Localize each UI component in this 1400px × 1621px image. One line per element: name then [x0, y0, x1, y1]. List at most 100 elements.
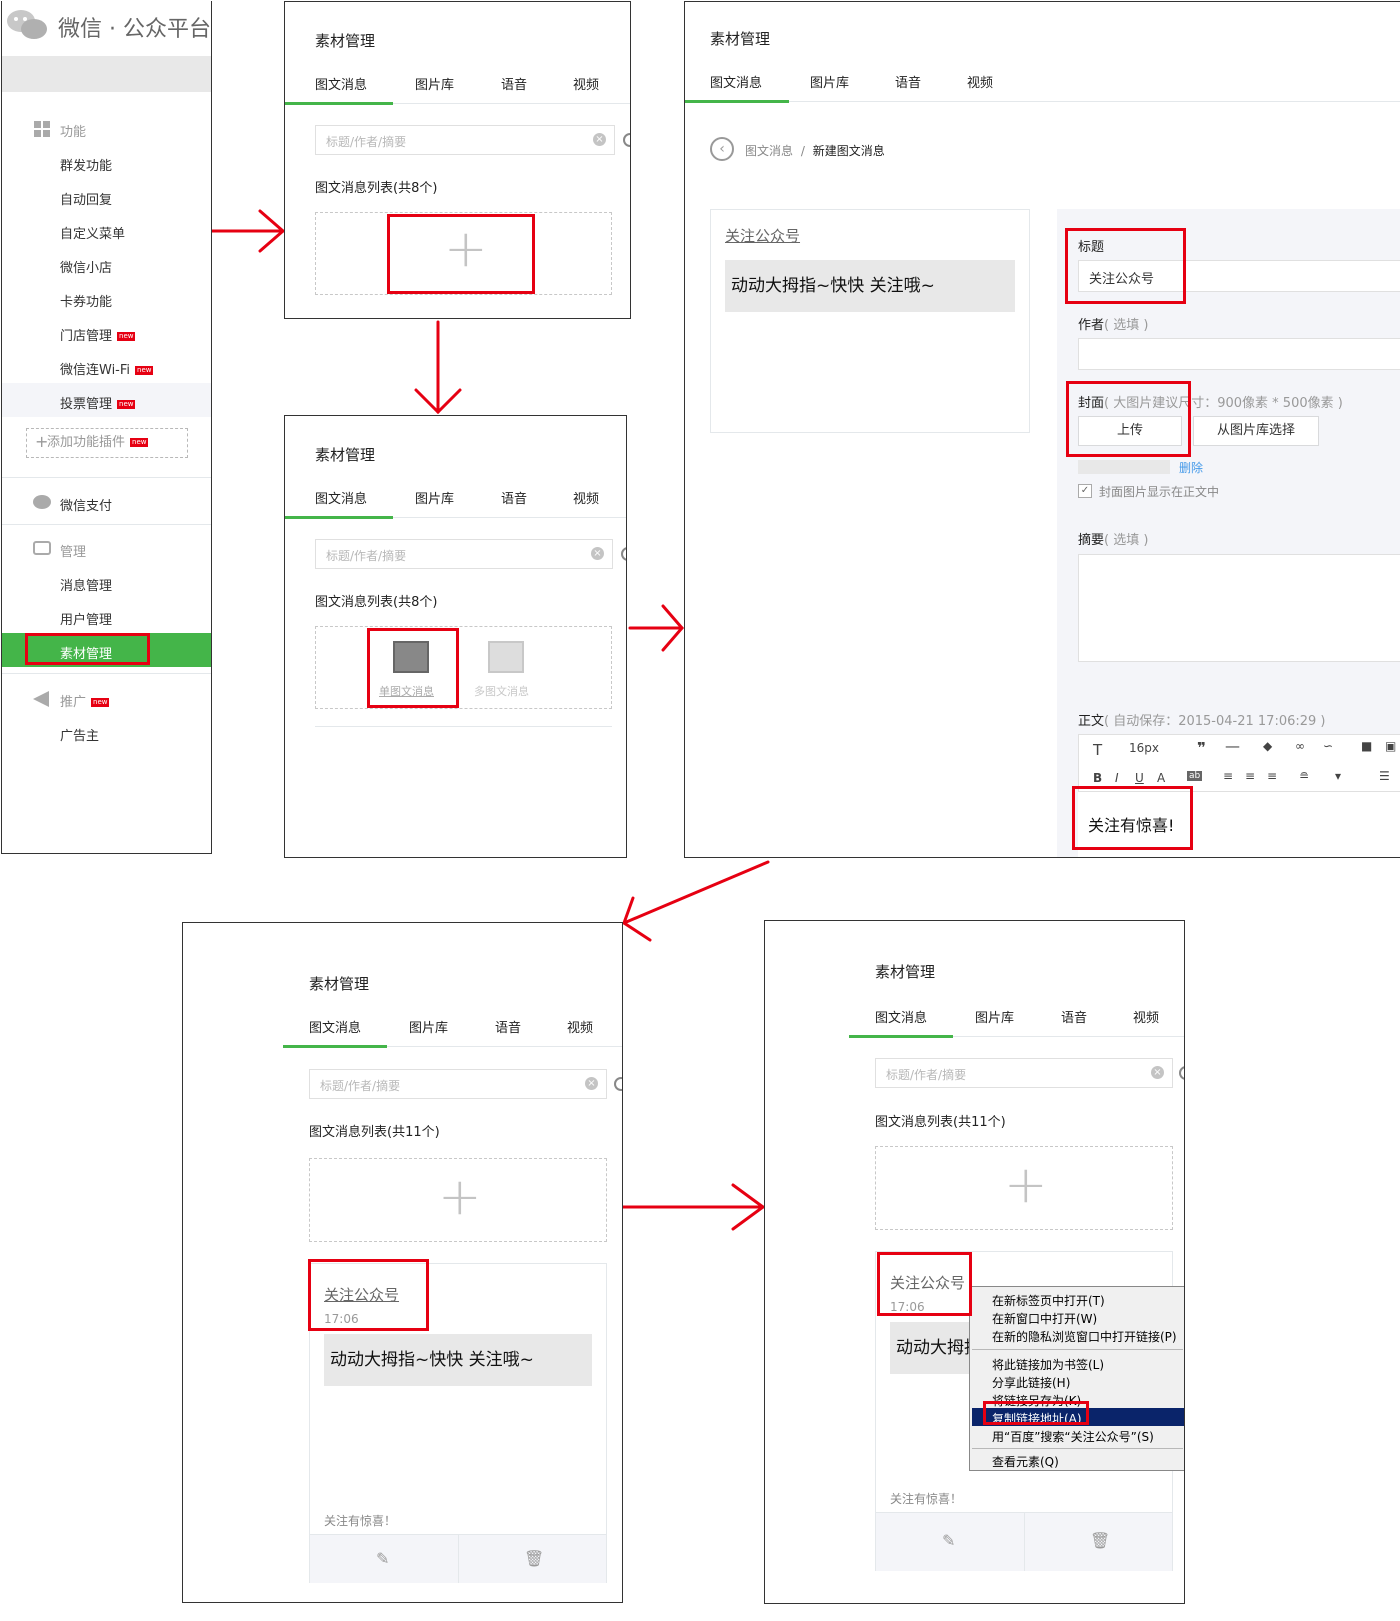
trash-icon[interactable]: 🗑 [524, 1549, 544, 1568]
breadcrumb-parent[interactable]: 图文消息 [745, 144, 793, 158]
sidebar-item-custom-menu[interactable]: 自定义菜单 [60, 223, 125, 242]
clear-icon[interactable]: × [1151, 1066, 1164, 1079]
new-article-box[interactable]: + [309, 1158, 607, 1242]
tab-active-indicator [285, 516, 393, 519]
back-icon[interactable]: ‹ [710, 137, 734, 161]
align-right-icon[interactable]: ≡ [1267, 769, 1277, 783]
sidebar-item-autoreply[interactable]: 自动回复 [60, 189, 112, 208]
delete-link[interactable]: 删除 [1179, 459, 1203, 476]
tab-articles[interactable]: 图文消息 [875, 1007, 927, 1026]
tab-voice[interactable]: 语音 [501, 74, 527, 93]
image-library-button[interactable]: 从图片库选择 [1193, 416, 1319, 446]
tab-voice[interactable]: 语音 [495, 1017, 521, 1036]
unlink-icon[interactable]: ∽ [1323, 739, 1333, 753]
link-icon[interactable]: ∞ [1295, 739, 1305, 753]
context-menu-item[interactable]: 在新标签页中打开(T) [992, 1292, 1105, 1309]
quote-icon[interactable]: ❞ [1197, 739, 1206, 757]
tab-video[interactable]: 视频 [967, 72, 993, 91]
tab-articles[interactable]: 图文消息 [309, 1017, 361, 1036]
cover-checkbox[interactable]: ✓ [1078, 484, 1092, 498]
tab-images[interactable]: 图片库 [415, 74, 454, 93]
trash-icon[interactable]: 🗑 [1090, 1531, 1110, 1550]
add-plugin-button[interactable]: + 添加功能插件 new [26, 428, 188, 458]
tab-images[interactable]: 图片库 [409, 1017, 448, 1036]
brush-icon[interactable]: ◆ [1263, 739, 1272, 753]
clear-icon[interactable]: × [591, 547, 604, 560]
indent-icon[interactable]: ≘ [1299, 769, 1309, 783]
annotation-box [308, 1259, 429, 1331]
autosave-status: ( 自动保存：2015-04-21 17:06:29 ) [1104, 714, 1326, 729]
edit-icon[interactable]: ✎ [942, 1531, 955, 1550]
tab-articles[interactable]: 图文消息 [315, 74, 367, 93]
sidebar-item-shop[interactable]: 微信小店 [60, 257, 112, 276]
font-color-icon[interactable]: A [1157, 771, 1165, 785]
context-menu-item[interactable]: 在新窗口中打开(W) [992, 1310, 1097, 1327]
clear-icon[interactable]: × [593, 133, 606, 146]
inbox-icon [33, 541, 51, 555]
sidebar-item-messages[interactable]: 消息管理 [60, 575, 112, 594]
tab-articles[interactable]: 图文消息 [315, 488, 367, 507]
sidebar-item-pay[interactable]: 微信支付 [60, 495, 112, 514]
author-label: 作者( 选填 ) [1078, 314, 1148, 333]
bold-icon[interactable]: B [1093, 771, 1102, 785]
tab-articles[interactable]: 图文消息 [710, 72, 762, 91]
list-label: 图文消息列表(共11个) [875, 1115, 1006, 1130]
tab-video[interactable]: 视频 [567, 1017, 593, 1036]
tab-images[interactable]: 图片库 [415, 488, 454, 507]
sidebar-item-stores[interactable]: 门店管理 new [60, 325, 136, 344]
tab-voice[interactable]: 语音 [895, 72, 921, 91]
tab-images[interactable]: 图片库 [975, 1007, 1014, 1026]
page-title: 素材管理 [875, 963, 936, 981]
search-input[interactable]: 标题/作者/摘要 × [315, 539, 613, 569]
hr-icon[interactable]: — [1225, 737, 1240, 755]
edit-icon[interactable]: ✎ [376, 1549, 389, 1568]
annotation-box [25, 633, 150, 665]
search-icon[interactable] [621, 547, 626, 561]
search-placeholder: 标题/作者/摘要 [326, 135, 407, 149]
context-menu-item[interactable]: 分享此链接(H) [992, 1374, 1070, 1391]
search-input[interactable]: 标题/作者/摘要 × [875, 1058, 1173, 1088]
highlight-icon[interactable]: ab [1187, 771, 1203, 781]
context-menu-item[interactable]: 查看元素(Q) [992, 1453, 1059, 1470]
tab-voice[interactable]: 语音 [1061, 1007, 1087, 1026]
underline-icon[interactable]: U [1135, 771, 1144, 785]
text-format-icon[interactable]: T [1093, 741, 1102, 759]
sidebar-item-users[interactable]: 用户管理 [60, 609, 112, 628]
sidebar-group-manage: 管理 [60, 545, 87, 560]
sidebar-item-vote[interactable]: 投票管理 new [60, 393, 136, 412]
context-menu-item[interactable]: 将此链接加为书签(L) [992, 1356, 1104, 1373]
author-field[interactable] [1078, 338, 1400, 370]
preview-title[interactable]: 关注公众号 [725, 225, 800, 246]
context-menu-item[interactable]: 用“百度”搜索“关注公众号”(S) [992, 1428, 1154, 1445]
video-icon[interactable]: ■ [1361, 739, 1372, 753]
search-icon[interactable] [1179, 1066, 1184, 1080]
summary-field[interactable] [1078, 554, 1400, 662]
more-icon[interactable]: ☰ [1379, 769, 1390, 783]
tab-active-indicator [685, 100, 789, 103]
new-badge: new [117, 400, 136, 409]
sidebar-item-mass[interactable]: 群发功能 [60, 155, 112, 174]
font-size-select[interactable]: 16px [1129, 741, 1159, 755]
new-article-box[interactable]: + [875, 1146, 1173, 1230]
tab-video[interactable]: 视频 [573, 74, 599, 93]
multi-article-option[interactable]: 多图文消息 [466, 635, 546, 703]
list-icon[interactable]: ▾ [1335, 769, 1341, 783]
tab-images[interactable]: 图片库 [810, 72, 849, 91]
sidebar-item-wifi[interactable]: 微信连Wi-Fi new [60, 359, 154, 378]
clear-icon[interactable]: × [585, 1077, 598, 1090]
tab-video[interactable]: 视频 [573, 488, 599, 507]
search-input[interactable]: 标题/作者/摘要 × [309, 1069, 607, 1099]
search-icon[interactable] [623, 133, 630, 147]
align-left-icon[interactable]: ≡ [1223, 769, 1233, 783]
context-menu-item[interactable]: 在新的隐私浏览窗口中打开链接(P) [992, 1328, 1177, 1345]
sidebar-item-coupons[interactable]: 卡券功能 [60, 291, 112, 310]
body-label-text: 正文 [1078, 714, 1105, 729]
search-input[interactable]: 标题/作者/摘要 × [315, 125, 615, 155]
tab-voice[interactable]: 语音 [501, 488, 527, 507]
italic-icon[interactable]: I [1115, 771, 1119, 785]
align-center-icon[interactable]: ≡ [1245, 769, 1255, 783]
tab-video[interactable]: 视频 [1133, 1007, 1159, 1026]
sidebar-item-advertiser[interactable]: 广告主 [60, 725, 99, 744]
image-icon[interactable]: ▣ [1385, 739, 1396, 753]
search-icon[interactable] [614, 1077, 622, 1091]
